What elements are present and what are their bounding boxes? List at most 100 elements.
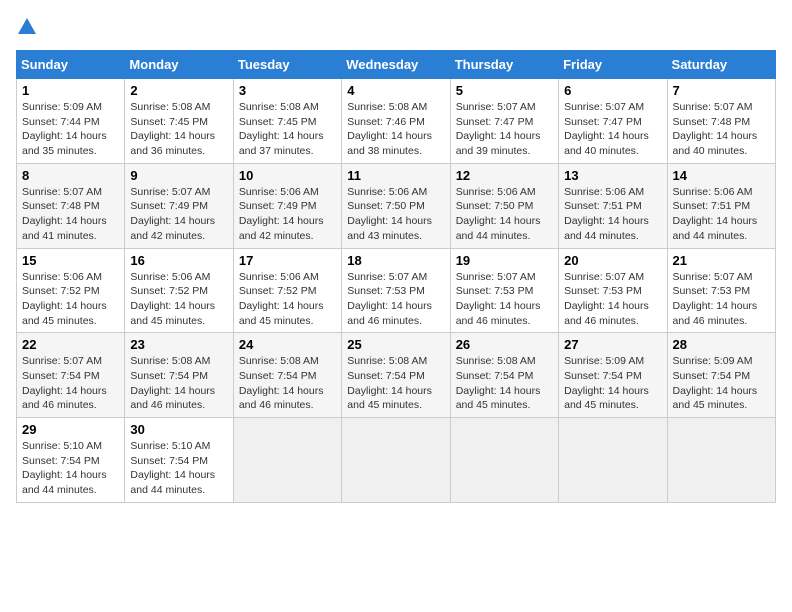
calendar-cell: 30 Sunrise: 5:10 AMSunset: 7:54 PMDayligh…: [125, 418, 233, 503]
day-number: 24: [239, 337, 336, 352]
calendar-cell: 20 Sunrise: 5:07 AMSunset: 7:53 PMDayligh…: [559, 248, 667, 333]
day-info: Sunrise: 5:08 AMSunset: 7:46 PMDaylight:…: [347, 100, 444, 159]
day-number: 20: [564, 253, 661, 268]
calendar-cell: 29 Sunrise: 5:10 AMSunset: 7:54 PMDayligh…: [17, 418, 125, 503]
day-info: Sunrise: 5:10 AMSunset: 7:54 PMDaylight:…: [22, 439, 119, 498]
day-number: 10: [239, 168, 336, 183]
day-number: 7: [673, 83, 770, 98]
calendar-cell: 9Sunrise: 5:07 AMSunset: 7:49 PMDaylight…: [125, 163, 233, 248]
day-info: Sunrise: 5:08 AMSunset: 7:54 PMDaylight:…: [347, 354, 444, 413]
calendar-cell: 1Sunrise: 5:09 AMSunset: 7:44 PMDaylight…: [17, 79, 125, 164]
day-info: Sunrise: 5:06 AMSunset: 7:50 PMDaylight:…: [456, 185, 553, 244]
day-info: Sunrise: 5:06 AMSunset: 7:52 PMDaylight:…: [239, 270, 336, 329]
calendar-cell: [667, 418, 775, 503]
calendar-cell: 10 Sunrise: 5:06 AMSunset: 7:49 PMDayligh…: [233, 163, 341, 248]
day-number: 9: [130, 168, 227, 183]
calendar-cell: 12 Sunrise: 5:06 AMSunset: 7:50 PMDayligh…: [450, 163, 558, 248]
calendar-cell: 19 Sunrise: 5:07 AMSunset: 7:53 PMDayligh…: [450, 248, 558, 333]
day-info: Sunrise: 5:06 AMSunset: 7:52 PMDaylight:…: [22, 270, 119, 329]
calendar-cell: 16Sunrise: 5:06 AMSunset: 7:52 PMDayligh…: [125, 248, 233, 333]
column-header-thursday: Thursday: [450, 51, 558, 79]
day-info: Sunrise: 5:09 AMSunset: 7:54 PMDaylight:…: [673, 354, 770, 413]
day-info: Sunrise: 5:06 AMSunset: 7:51 PMDaylight:…: [564, 185, 661, 244]
day-info: Sunrise: 5:08 AMSunset: 7:54 PMDaylight:…: [130, 354, 227, 413]
calendar-cell: 11Sunrise: 5:06 AMSunset: 7:50 PMDayligh…: [342, 163, 450, 248]
day-number: 30: [130, 422, 227, 437]
day-number: 19: [456, 253, 553, 268]
calendar-cell: 4 Sunrise: 5:08 AMSunset: 7:46 PMDaylight…: [342, 79, 450, 164]
day-info: Sunrise: 5:06 AMSunset: 7:51 PMDaylight:…: [673, 185, 770, 244]
day-number: 17: [239, 253, 336, 268]
day-info: Sunrise: 5:07 AMSunset: 7:54 PMDaylight:…: [22, 354, 119, 413]
day-info: Sunrise: 5:07 AMSunset: 7:48 PMDaylight:…: [673, 100, 770, 159]
calendar-cell: 6Sunrise: 5:07 AMSunset: 7:47 PMDaylight…: [559, 79, 667, 164]
day-number: 5: [456, 83, 553, 98]
page-header: [16, 16, 776, 38]
day-number: 23: [130, 337, 227, 352]
day-info: Sunrise: 5:06 AMSunset: 7:49 PMDaylight:…: [239, 185, 336, 244]
logo-icon: [16, 16, 38, 38]
day-info: Sunrise: 5:07 AMSunset: 7:53 PMDaylight:…: [456, 270, 553, 329]
day-number: 21: [673, 253, 770, 268]
day-info: Sunrise: 5:08 AMSunset: 7:45 PMDaylight:…: [239, 100, 336, 159]
day-number: 13: [564, 168, 661, 183]
calendar-week-4: 22 Sunrise: 5:07 AMSunset: 7:54 PMDayligh…: [17, 333, 776, 418]
calendar-cell: 27Sunrise: 5:09 AMSunset: 7:54 PMDayligh…: [559, 333, 667, 418]
calendar-cell: 3 Sunrise: 5:08 AMSunset: 7:45 PMDaylight…: [233, 79, 341, 164]
calendar-cell: 18Sunrise: 5:07 AMSunset: 7:53 PMDayligh…: [342, 248, 450, 333]
calendar-cell: 28 Sunrise: 5:09 AMSunset: 7:54 PMDayligh…: [667, 333, 775, 418]
day-number: 6: [564, 83, 661, 98]
calendar-cell: [233, 418, 341, 503]
day-info: Sunrise: 5:07 AMSunset: 7:53 PMDaylight:…: [673, 270, 770, 329]
logo: [16, 16, 40, 38]
calendar-cell: [450, 418, 558, 503]
calendar-cell: 15Sunrise: 5:06 AMSunset: 7:52 PMDayligh…: [17, 248, 125, 333]
calendar-cell: 24 Sunrise: 5:08 AMSunset: 7:54 PMDayligh…: [233, 333, 341, 418]
calendar-cell: 5 Sunrise: 5:07 AMSunset: 7:47 PMDaylight…: [450, 79, 558, 164]
day-number: 4: [347, 83, 444, 98]
calendar-cell: 21 Sunrise: 5:07 AMSunset: 7:53 PMDayligh…: [667, 248, 775, 333]
calendar-cell: 25 Sunrise: 5:08 AMSunset: 7:54 PMDayligh…: [342, 333, 450, 418]
day-number: 3: [239, 83, 336, 98]
calendar-cell: 22 Sunrise: 5:07 AMSunset: 7:54 PMDayligh…: [17, 333, 125, 418]
day-info: Sunrise: 5:09 AMSunset: 7:54 PMDaylight:…: [564, 354, 661, 413]
calendar-cell: 26 Sunrise: 5:08 AMSunset: 7:54 PMDayligh…: [450, 333, 558, 418]
calendar-table: SundayMondayTuesdayWednesdayThursdayFrid…: [16, 50, 776, 503]
column-header-friday: Friday: [559, 51, 667, 79]
day-number: 28: [673, 337, 770, 352]
day-number: 1: [22, 83, 119, 98]
column-header-sunday: Sunday: [17, 51, 125, 79]
calendar-week-5: 29 Sunrise: 5:10 AMSunset: 7:54 PMDayligh…: [17, 418, 776, 503]
day-info: Sunrise: 5:06 AMSunset: 7:50 PMDaylight:…: [347, 185, 444, 244]
column-header-monday: Monday: [125, 51, 233, 79]
day-info: Sunrise: 5:08 AMSunset: 7:54 PMDaylight:…: [239, 354, 336, 413]
calendar-cell: 7 Sunrise: 5:07 AMSunset: 7:48 PMDaylight…: [667, 79, 775, 164]
day-number: 8: [22, 168, 119, 183]
day-number: 26: [456, 337, 553, 352]
calendar-cell: 17 Sunrise: 5:06 AMSunset: 7:52 PMDayligh…: [233, 248, 341, 333]
day-number: 25: [347, 337, 444, 352]
calendar-week-1: 1Sunrise: 5:09 AMSunset: 7:44 PMDaylight…: [17, 79, 776, 164]
day-info: Sunrise: 5:08 AMSunset: 7:45 PMDaylight:…: [130, 100, 227, 159]
day-number: 29: [22, 422, 119, 437]
calendar-cell: [559, 418, 667, 503]
day-info: Sunrise: 5:07 AMSunset: 7:53 PMDaylight:…: [347, 270, 444, 329]
calendar-cell: 2Sunrise: 5:08 AMSunset: 7:45 PMDaylight…: [125, 79, 233, 164]
calendar-week-3: 15Sunrise: 5:06 AMSunset: 7:52 PMDayligh…: [17, 248, 776, 333]
day-number: 22: [22, 337, 119, 352]
day-number: 16: [130, 253, 227, 268]
calendar-cell: 23 Sunrise: 5:08 AMSunset: 7:54 PMDayligh…: [125, 333, 233, 418]
column-header-saturday: Saturday: [667, 51, 775, 79]
day-number: 14: [673, 168, 770, 183]
day-info: Sunrise: 5:07 AMSunset: 7:53 PMDaylight:…: [564, 270, 661, 329]
day-info: Sunrise: 5:08 AMSunset: 7:54 PMDaylight:…: [456, 354, 553, 413]
column-header-tuesday: Tuesday: [233, 51, 341, 79]
day-info: Sunrise: 5:07 AMSunset: 7:47 PMDaylight:…: [456, 100, 553, 159]
calendar-week-2: 8 Sunrise: 5:07 AMSunset: 7:48 PMDaylight…: [17, 163, 776, 248]
day-info: Sunrise: 5:07 AMSunset: 7:48 PMDaylight:…: [22, 185, 119, 244]
day-info: Sunrise: 5:10 AMSunset: 7:54 PMDaylight:…: [130, 439, 227, 498]
column-header-wednesday: Wednesday: [342, 51, 450, 79]
day-number: 12: [456, 168, 553, 183]
calendar-cell: 13 Sunrise: 5:06 AMSunset: 7:51 PMDayligh…: [559, 163, 667, 248]
calendar-cell: 14 Sunrise: 5:06 AMSunset: 7:51 PMDayligh…: [667, 163, 775, 248]
